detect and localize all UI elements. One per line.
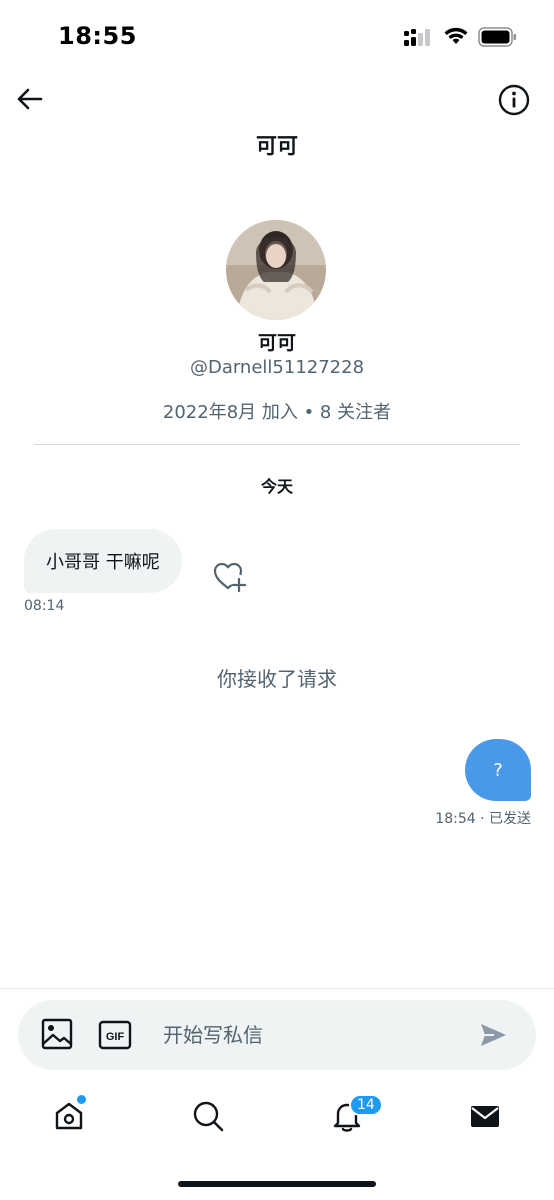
home-indicator xyxy=(178,1181,376,1187)
profile-handle[interactable]: @Darnell51127228 xyxy=(0,357,554,378)
back-button[interactable] xyxy=(12,82,46,116)
battery-icon xyxy=(478,27,516,47)
request-accepted-note: 你接收了请求 xyxy=(217,667,337,691)
tab-search[interactable] xyxy=(188,1096,228,1136)
status-bar: 18:55 xyxy=(0,0,554,72)
home-icon xyxy=(55,1102,83,1130)
add-image-button[interactable] xyxy=(40,1017,74,1051)
image-icon xyxy=(41,1018,73,1050)
message-sent-status: 18:54 · 已发送 xyxy=(435,811,531,827)
status-time: 18:55 xyxy=(58,22,137,50)
cellular-signal-icon xyxy=(404,29,430,46)
send-button[interactable] xyxy=(478,1020,508,1050)
profile-name[interactable]: 可可 xyxy=(0,328,554,355)
arrow-left-icon xyxy=(17,88,43,110)
message-input[interactable] xyxy=(163,1014,453,1056)
send-icon xyxy=(481,1024,506,1046)
composer-divider xyxy=(0,988,554,989)
conversation-info-button[interactable] xyxy=(496,82,532,118)
add-reaction-button[interactable] xyxy=(212,560,248,594)
divider xyxy=(34,444,520,445)
wifi-icon xyxy=(444,27,468,44)
day-label: 今天 xyxy=(260,477,293,496)
profile-avatar[interactable] xyxy=(226,220,326,320)
message-composer: GIF xyxy=(18,1000,536,1070)
profile-meta: 2022年8月 加入 • 8 关注者 xyxy=(162,402,392,423)
home-unread-dot xyxy=(77,1095,86,1104)
add-gif-button[interactable]: GIF xyxy=(98,1019,132,1051)
info-icon xyxy=(498,84,530,116)
notifications-badge: 14 xyxy=(349,1094,383,1116)
svg-text:GIF: GIF xyxy=(106,1031,125,1043)
message-timestamp: 08:14 xyxy=(24,598,65,614)
heart-plus-icon xyxy=(213,562,247,593)
conversation-title: 可可 xyxy=(256,134,298,158)
gif-icon: GIF xyxy=(98,1020,132,1050)
outgoing-message-bubble[interactable]: ? xyxy=(465,739,531,801)
tab-messages[interactable] xyxy=(465,1096,505,1136)
mail-icon xyxy=(471,1106,499,1127)
incoming-message-bubble[interactable]: 小哥哥 干嘛呢 xyxy=(24,529,182,593)
avatar-photo xyxy=(226,220,326,320)
search-icon xyxy=(193,1101,224,1132)
